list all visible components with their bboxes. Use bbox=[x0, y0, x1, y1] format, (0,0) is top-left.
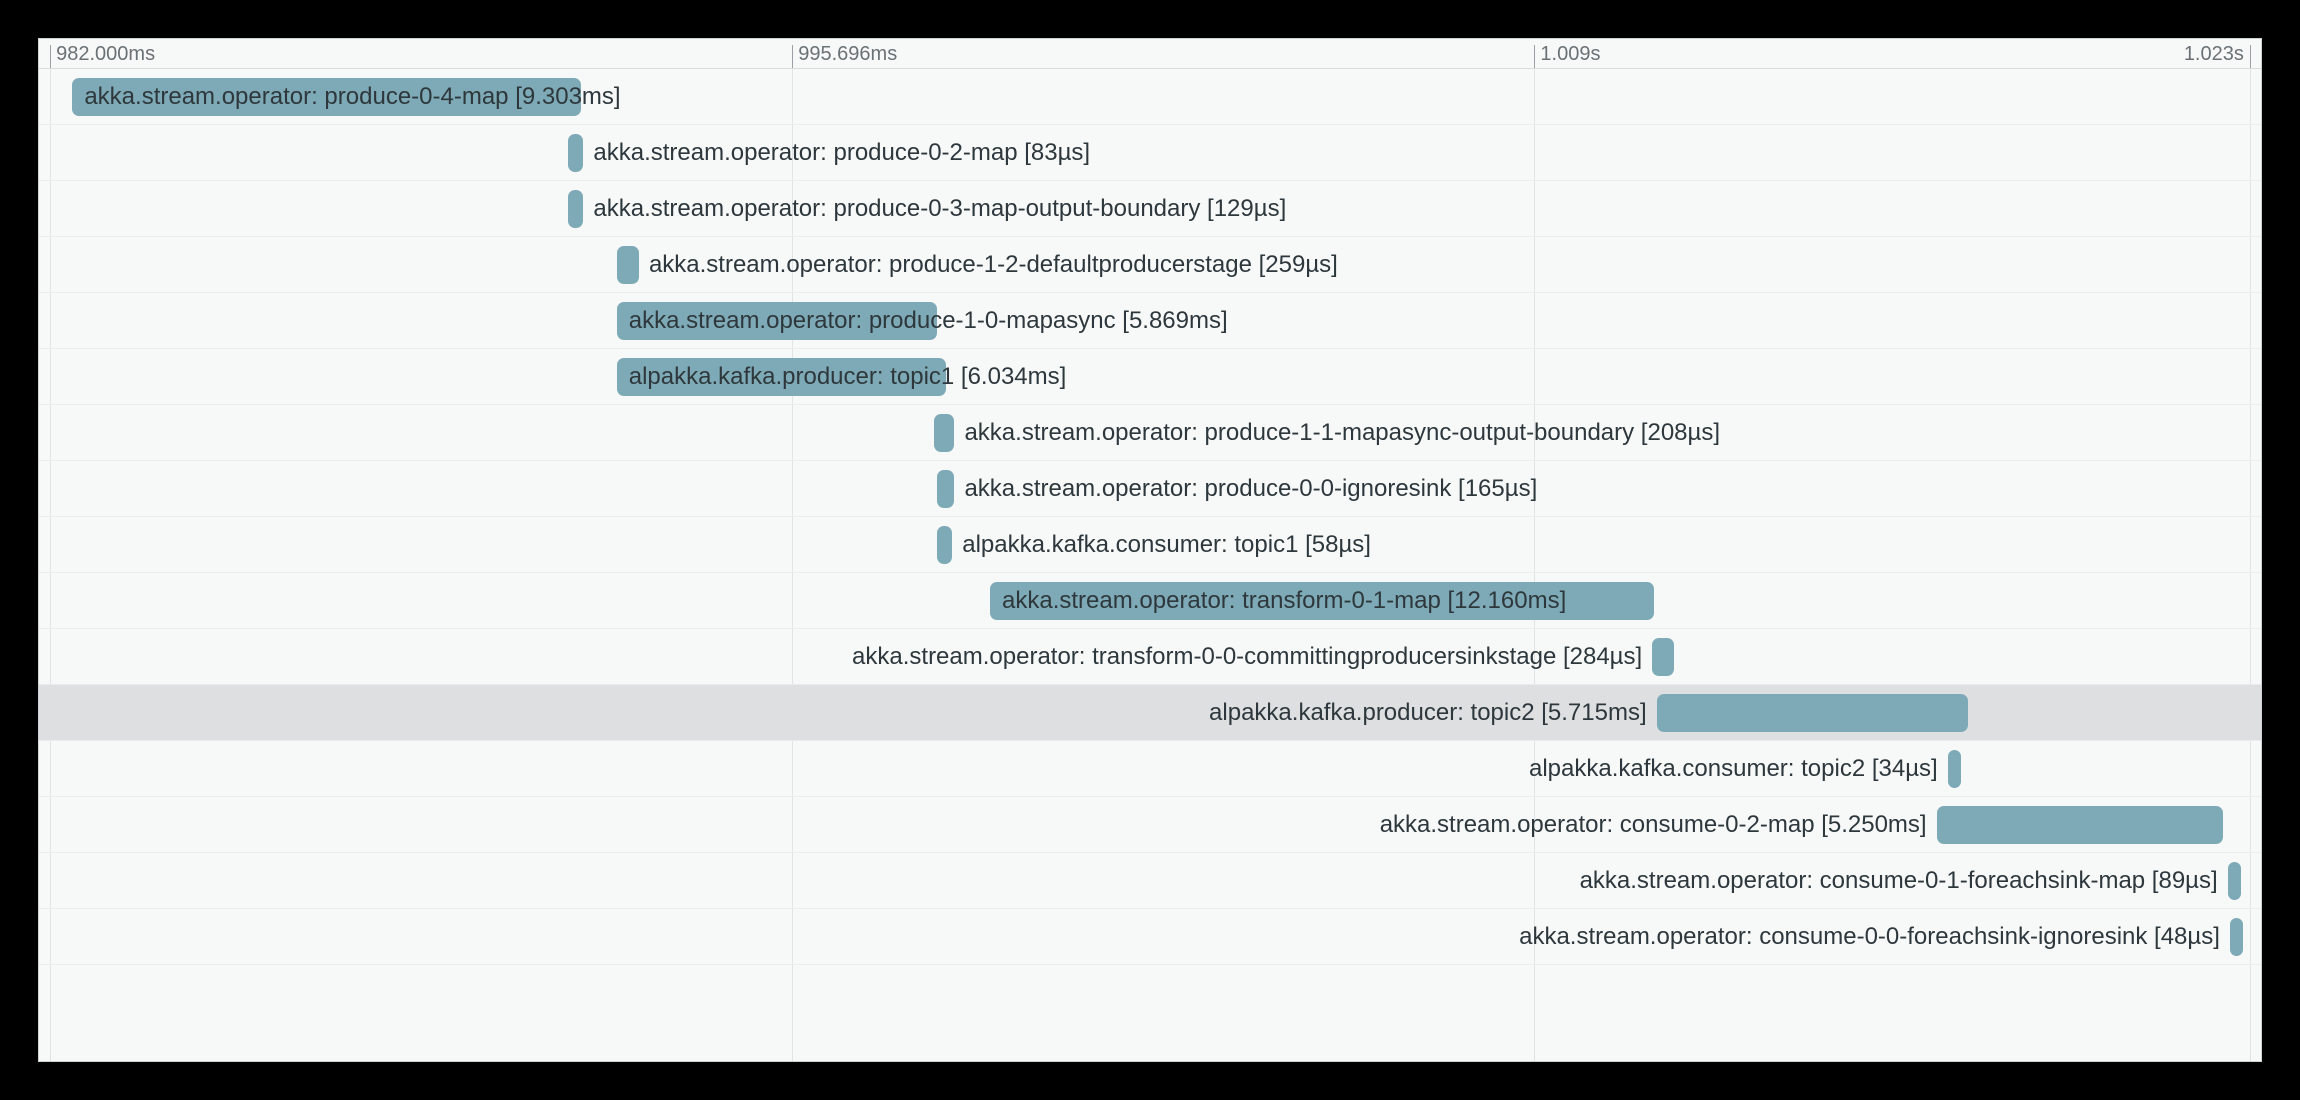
span-bar[interactable] bbox=[2230, 918, 2243, 956]
span-bar[interactable] bbox=[2228, 862, 2241, 900]
span-label: akka.stream.operator: produce-0-2-map [8… bbox=[583, 134, 1094, 172]
span-bar[interactable] bbox=[934, 414, 954, 452]
span-bar[interactable] bbox=[568, 190, 584, 228]
span-bar[interactable] bbox=[1937, 806, 2224, 844]
time-tick-label: 1.009s bbox=[1540, 43, 1600, 66]
span-row[interactable]: akka.stream.operator: produce-0-0-ignore… bbox=[39, 461, 2261, 517]
span-bar[interactable] bbox=[937, 526, 953, 564]
span-label: akka.stream.operator: transform-0-1-map … bbox=[990, 582, 1570, 620]
time-tick-label: 1.023s bbox=[2184, 43, 2244, 66]
span-bar[interactable] bbox=[937, 470, 955, 508]
span-row[interactable]: akka.stream.operator: consume-0-2-map [5… bbox=[39, 797, 2261, 853]
span-rows: akka.stream.operator: produce-0-4-map [9… bbox=[39, 69, 2261, 1061]
span-label: alpakka.kafka.producer: topic1 [6.034ms] bbox=[617, 358, 1071, 396]
span-row[interactable]: akka.stream.operator: consume-0-1-foreac… bbox=[39, 853, 2261, 909]
span-row[interactable]: akka.stream.operator: produce-0-2-map [8… bbox=[39, 125, 2261, 181]
span-row[interactable]: akka.stream.operator: transform-0-1-map … bbox=[39, 573, 2261, 629]
span-row[interactable]: alpakka.kafka.producer: topic2 [5.715ms] bbox=[39, 685, 2261, 741]
span-row[interactable]: alpakka.kafka.consumer: topic2 [34µs] bbox=[39, 741, 2261, 797]
span-row[interactable]: akka.stream.operator: produce-1-1-mapasy… bbox=[39, 405, 2261, 461]
span-label: akka.stream.operator: produce-1-1-mapasy… bbox=[954, 414, 1724, 452]
span-label: akka.stream.operator: produce-0-3-map-ou… bbox=[583, 190, 1290, 228]
span-row[interactable]: akka.stream.operator: transform-0-0-comm… bbox=[39, 629, 2261, 685]
span-row[interactable]: akka.stream.operator: produce-1-0-mapasy… bbox=[39, 293, 2261, 349]
span-label: akka.stream.operator: consume-0-2-map [5… bbox=[1376, 806, 1937, 844]
time-tick-label: 995.696ms bbox=[798, 43, 897, 66]
span-label: akka.stream.operator: produce-0-0-ignore… bbox=[954, 470, 1541, 508]
span-label: akka.stream.operator: produce-1-2-defaul… bbox=[639, 246, 1342, 284]
time-tick-label: 982.000ms bbox=[56, 43, 155, 66]
span-label: alpakka.kafka.producer: topic2 [5.715ms] bbox=[1205, 694, 1657, 732]
span-bar[interactable] bbox=[568, 134, 584, 172]
span-row[interactable]: akka.stream.operator: produce-1-2-defaul… bbox=[39, 237, 2261, 293]
span-label: akka.stream.operator: consume-0-1-foreac… bbox=[1576, 862, 2228, 900]
span-label: alpakka.kafka.consumer: topic2 [34µs] bbox=[1525, 750, 1948, 788]
span-label: akka.stream.operator: produce-1-0-mapasy… bbox=[617, 302, 1232, 340]
span-bar[interactable] bbox=[617, 246, 639, 284]
span-row[interactable]: alpakka.kafka.producer: topic1 [6.034ms] bbox=[39, 349, 2261, 405]
span-bar[interactable] bbox=[1948, 750, 1961, 788]
span-label: akka.stream.operator: consume-0-0-foreac… bbox=[1515, 918, 2230, 956]
span-label: akka.stream.operator: produce-0-4-map [9… bbox=[72, 78, 624, 116]
span-label: alpakka.kafka.consumer: topic1 [58µs] bbox=[952, 526, 1375, 564]
trace-timeline-panel: 982.000ms 995.696ms 1.009s 1.023s akka.stre… bbox=[38, 38, 2262, 1062]
span-row[interactable]: alpakka.kafka.consumer: topic1 [58µs] bbox=[39, 517, 2261, 573]
span-row[interactable]: akka.stream.operator: produce-0-4-map [9… bbox=[39, 69, 2261, 125]
span-row[interactable]: akka.stream.operator: produce-0-3-map-ou… bbox=[39, 181, 2261, 237]
span-bar[interactable] bbox=[1657, 694, 1968, 732]
span-bar[interactable] bbox=[1652, 638, 1674, 676]
time-ruler: 982.000ms 995.696ms 1.009s 1.023s bbox=[39, 39, 2261, 69]
span-label: akka.stream.operator: transform-0-0-comm… bbox=[848, 638, 1652, 676]
span-row[interactable]: akka.stream.operator: consume-0-0-foreac… bbox=[39, 909, 2261, 965]
